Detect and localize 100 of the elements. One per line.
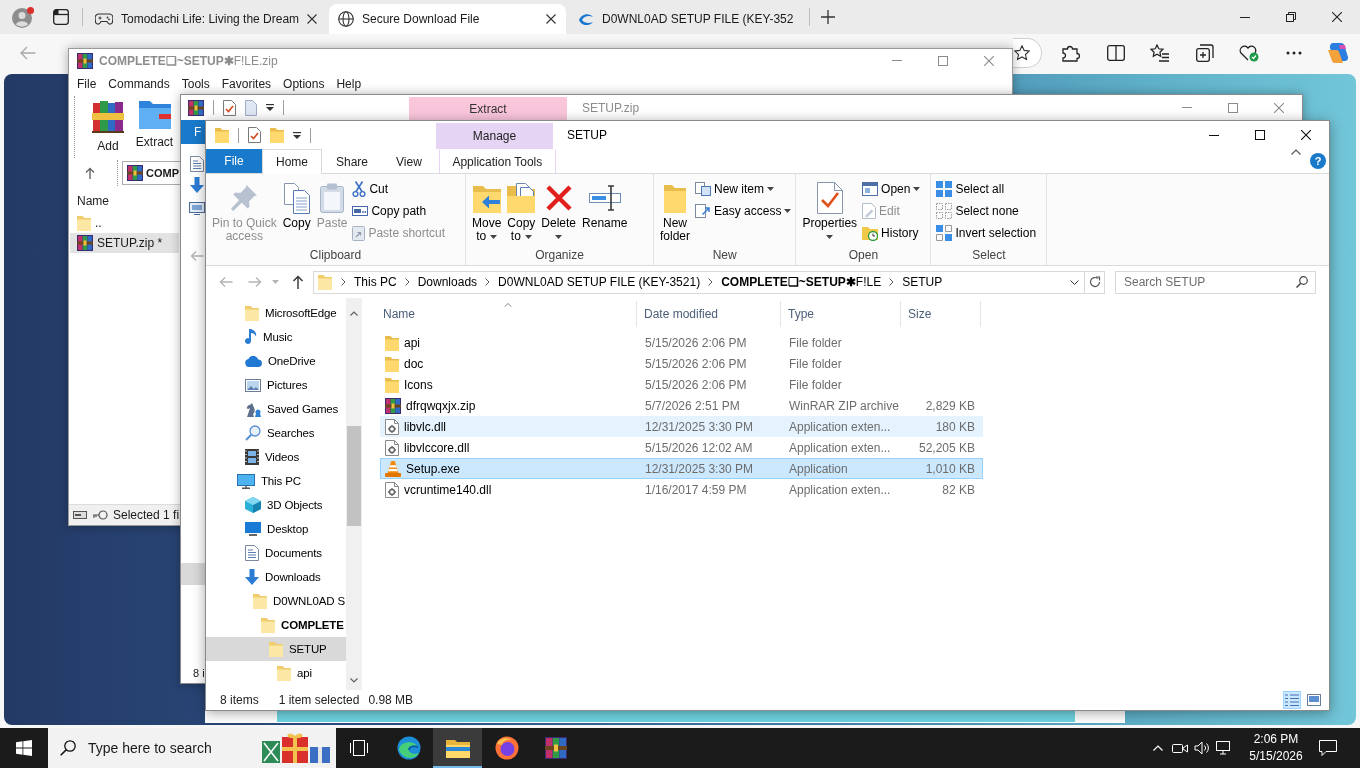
ribbon-command[interactable]: History <box>860 222 923 244</box>
customize-caret-icon[interactable] <box>293 131 301 139</box>
book-stack-icon[interactable] <box>188 99 204 116</box>
nav-item[interactable]: api <box>206 661 346 685</box>
breadcrumb[interactable]: Downloads <box>415 275 480 289</box>
restore-icon[interactable] <box>1286 12 1296 22</box>
customize-caret-icon[interactable] <box>266 104 274 111</box>
menu-item[interactable]: Favorites <box>221 77 272 91</box>
checked-page-icon[interactable] <box>223 99 236 116</box>
nav-item[interactable]: This PC <box>206 469 346 493</box>
address-bar[interactable] <box>1013 38 1042 68</box>
speaker-icon[interactable] <box>1194 741 1210 755</box>
ribbon-command[interactable]: Select all <box>934 178 1039 200</box>
star-icon[interactable] <box>1014 45 1030 61</box>
ribbon-tab[interactable]: Share <box>322 149 383 173</box>
ribbon-command[interactable]: Select none <box>934 200 1039 222</box>
menu-item[interactable]: Options <box>283 77 325 91</box>
breadcrumb[interactable]: SETUP <box>900 275 945 289</box>
nav-item[interactable]: Music <box>206 325 346 349</box>
ribbon-command[interactable]: Open <box>860 178 923 200</box>
file-row[interactable]: SETUP.zip * <box>70 233 179 253</box>
chevron-right-icon[interactable] <box>889 278 895 286</box>
collapse-caret-icon[interactable] <box>1291 149 1301 155</box>
notification-icon[interactable] <box>1319 740 1337 756</box>
more-icon[interactable] <box>1285 51 1302 55</box>
toolbar-button[interactable]: Add <box>87 96 129 158</box>
chevron-up-icon[interactable] <box>1153 745 1163 751</box>
file-row[interactable]: Setup.exe 12/31/2025 3:30 PM Application 1,010 KB <box>380 458 983 479</box>
chevron-right-icon[interactable] <box>404 278 410 286</box>
column-header[interactable]: Name <box>69 188 180 213</box>
file-row[interactable]: libvlc.dll 12/31/2025 3:30 PM Application exten... 180 KB <box>380 416 983 437</box>
ribbon-command[interactable]: Easy access <box>693 200 794 222</box>
menu-item[interactable]: Commands <box>108 77 170 91</box>
file-row[interactable]: vcruntime140.dll 1/16/2017 4:59 PM Application exten... 82 KB <box>380 479 983 500</box>
tab-actions-icon[interactable] <box>53 9 69 25</box>
nav-item[interactable]: Downloads <box>206 565 346 589</box>
nav-item[interactable]: COMPLETE <box>206 613 346 637</box>
menu-item[interactable]: Help <box>336 77 362 91</box>
split-screen-icon[interactable] <box>1106 45 1125 61</box>
ribbon-button[interactable]: Rename <box>579 177 631 230</box>
ribbon-button[interactable]: Copy <box>279 177 314 230</box>
ribbon-command[interactable]: New item <box>693 178 794 200</box>
heart-check-icon[interactable] <box>1239 44 1259 62</box>
breadcrumb[interactable]: COMPLETE❏~SETUP✱F!LE <box>719 275 884 289</box>
ribbon-command[interactable]: Copy path <box>350 200 448 222</box>
view-button[interactable] <box>1283 690 1301 709</box>
menu-item[interactable]: Tools <box>181 77 210 91</box>
chevron-down-icon[interactable] <box>1070 279 1079 285</box>
document-icon[interactable] <box>190 156 204 172</box>
file-row[interactable]: dfrqwqxjx.zip 5/7/2026 2:51 PM WinRAR ZIP archive 2,829 KB <box>380 395 983 416</box>
ribbon-button[interactable]: Move to <box>469 177 505 243</box>
puzzle-piece-icon[interactable] <box>1062 44 1080 62</box>
up-arrow-icon[interactable] <box>85 167 95 179</box>
checked-page-icon[interactable] <box>248 127 261 143</box>
help-button[interactable]: ? <box>1310 153 1326 169</box>
maximize-icon[interactable] <box>1255 130 1265 140</box>
breadcrumb[interactable]: This PC <box>352 275 399 289</box>
file-row[interactable]: libvlccore.dll 5/15/2026 12:02 AM Application exten... 52,205 KB <box>380 437 983 458</box>
browser-tab[interactable]: Secure Download File <box>329 4 566 34</box>
nav-item[interactable]: Videos <box>206 445 346 469</box>
ribbon-button[interactable]: Delete <box>538 177 580 239</box>
close-icon[interactable] <box>1332 12 1342 22</box>
nav-item[interactable]: D0WNL0AD S <box>206 589 346 613</box>
windows-logo-icon[interactable] <box>16 740 32 756</box>
ribbon-button[interactable]: Properties <box>799 177 861 239</box>
up-arrow-icon[interactable] <box>292 275 304 289</box>
ribbon-tab[interactable]: Home <box>262 149 322 174</box>
nav-item[interactable]: 3D Objects <box>206 493 346 517</box>
ribbon-command[interactable]: Cut <box>350 178 448 200</box>
monitor-icon[interactable] <box>189 202 205 215</box>
nav-item[interactable]: Documents <box>206 541 346 565</box>
file-menu-tab[interactable]: F <box>181 120 205 144</box>
minimize-icon[interactable] <box>1209 134 1219 136</box>
toolbar-button[interactable]: Extract <box>129 96 180 158</box>
taskbar-button[interactable] <box>433 728 482 768</box>
nav-item[interactable]: Saved Games <box>206 397 346 421</box>
browser-tab[interactable]: D0WNL0AD SETUP FILE (KEY-352 <box>569 4 809 34</box>
plus-icon[interactable] <box>821 10 835 24</box>
minimize-icon[interactable] <box>1240 16 1250 18</box>
task-view-icon[interactable] <box>349 740 369 756</box>
close-icon[interactable] <box>546 14 556 24</box>
file-menu-tab[interactable]: File <box>206 149 262 173</box>
file-row[interactable]: api 5/15/2026 2:06 PM File folder <box>380 332 983 353</box>
avatar-icon[interactable] <box>12 6 34 28</box>
column-header[interactable]: Size <box>901 301 981 327</box>
camera-icon[interactable] <box>1172 742 1188 754</box>
chevron-right-icon[interactable] <box>708 278 714 286</box>
collections-icon[interactable] <box>1195 44 1214 62</box>
ribbon-command[interactable]: Invert selection <box>934 222 1039 244</box>
nav-item[interactable]: Pictures <box>206 373 346 397</box>
gift-boxes-icon[interactable] <box>262 733 330 763</box>
network-icon[interactable] <box>1216 741 1232 755</box>
nav-item[interactable]: MicrosoftEdge <box>206 301 346 325</box>
scrollbar[interactable] <box>346 298 362 690</box>
close-icon[interactable] <box>307 14 318 24</box>
ribbon-button[interactable]: New folder <box>657 177 694 243</box>
column-header[interactable]: Date modified <box>637 301 781 327</box>
nav-item[interactable]: Searches <box>206 421 346 445</box>
column-header[interactable]: Name <box>380 301 637 327</box>
column-header[interactable]: Type <box>781 301 901 327</box>
